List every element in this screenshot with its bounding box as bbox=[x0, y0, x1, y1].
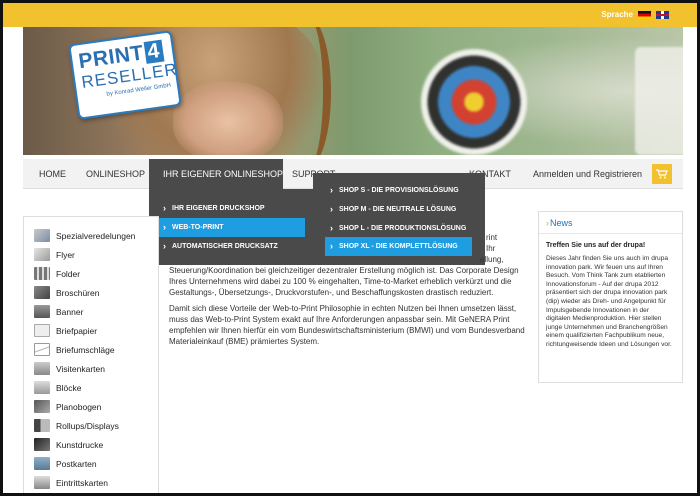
flag-de-icon[interactable] bbox=[638, 10, 651, 19]
news-body: Dieses Jahr finden Sie uns auch im drupa… bbox=[546, 255, 672, 348]
news-box: ›News Treffen Sie uns auf der drupa! Die… bbox=[538, 211, 683, 383]
nav-onlineshop[interactable]: ONLINESHOP bbox=[86, 159, 145, 189]
content-partial-text-1: rint bbox=[486, 233, 498, 242]
content-partial-text-3: ellung, bbox=[480, 255, 504, 264]
hero-archer-hand bbox=[173, 82, 283, 155]
visitenkarten-icon bbox=[34, 362, 50, 375]
content-partial-text-2: Ihr bbox=[486, 244, 496, 253]
sidebar-item-spezialveredelungen[interactable]: Spezialveredelungen bbox=[34, 227, 135, 244]
nav-home[interactable]: HOME bbox=[39, 159, 66, 189]
sidebar-item-kunstdrucke[interactable]: Kunstdrucke bbox=[34, 436, 103, 453]
dropdown-item-shop-s[interactable]: SHOP S - DIE PROVISIONSLÖSUNG bbox=[325, 181, 472, 200]
hero-bow bbox=[293, 27, 331, 155]
folder-icon bbox=[34, 267, 50, 280]
sidebar-item-visitenkarten[interactable]: Visitenkarten bbox=[34, 360, 105, 377]
dropdown-item-druckshop[interactable]: IHR EIGENER DRUCKSHOP bbox=[158, 199, 305, 218]
sidebar-item-banner[interactable]: Banner bbox=[34, 303, 83, 320]
postkarten-icon bbox=[34, 457, 50, 470]
dropdown-item-shop-xl[interactable]: SHOP XL - DIE KOMPLETTLÖSUNG bbox=[325, 237, 472, 256]
sidebar-item-postkarten[interactable]: Postkarten bbox=[34, 455, 97, 472]
briefpapier-icon bbox=[34, 324, 50, 337]
cart-icon bbox=[656, 169, 668, 179]
sidebar-item-planobogen[interactable]: Planobogen bbox=[34, 398, 101, 415]
broschueren-icon bbox=[34, 286, 50, 299]
sidebar-item-broschueren[interactable]: Broschüren bbox=[34, 284, 99, 301]
kunstdrucke-icon bbox=[34, 438, 50, 451]
content-paragraph-1: Steuerung/Koordination bei gleichzeitige… bbox=[169, 266, 519, 297]
sidebar-item-bloecke[interactable]: Blöcke bbox=[34, 379, 82, 396]
dropdown-panel-main: IHR EIGENER DRUCKSHOP WEB-TO-PRINT AUTOM… bbox=[149, 189, 313, 265]
nav-ihr-eigener-onlineshop[interactable]: IHR EIGENER ONLINESHOP bbox=[149, 159, 283, 189]
main-content: Steuerung/Koordination bei gleichzeitige… bbox=[169, 266, 525, 348]
hero-banner: PRINT4 RESELLER by Konrad Weiler GmbH bbox=[23, 27, 683, 155]
hero-target-secondary bbox=[635, 47, 683, 155]
flyer-icon bbox=[34, 248, 50, 261]
rollups-displays-icon bbox=[34, 419, 50, 432]
spezialveredelungen-icon bbox=[34, 229, 50, 242]
dropdown-item-web-to-print[interactable]: WEB-TO-PRINT bbox=[158, 218, 305, 237]
login-register-link[interactable]: Anmelden und Registrieren bbox=[533, 159, 642, 189]
language-switcher: Sprache bbox=[601, 10, 669, 19]
briefumschlaege-icon bbox=[34, 343, 50, 356]
dropdown-panel-shops: SHOP S - DIE PROVISIONSLÖSUNG SHOP M - D… bbox=[313, 173, 485, 265]
news-chevron-icon: › bbox=[546, 218, 549, 228]
content-paragraph-2: Damit sich diese Vorteile der Web-to-Pri… bbox=[169, 304, 525, 346]
sidebar-item-folder[interactable]: Folder bbox=[34, 265, 80, 282]
sidebar-item-briefpapier[interactable]: Briefpapier bbox=[34, 322, 97, 339]
sidebar-item-rollups-displays[interactable]: Rollups/Displays bbox=[34, 417, 119, 434]
planobogen-icon bbox=[34, 400, 50, 413]
product-category-sidebar: Spezialveredelungen Flyer Folder Broschü… bbox=[23, 216, 159, 493]
page-frame: Sprache PRINT4 RESELLER by Konrad Weiler… bbox=[0, 0, 700, 496]
site-logo[interactable]: PRINT4 RESELLER by Konrad Weiler GmbH bbox=[68, 30, 182, 120]
dropdown-item-shop-m[interactable]: SHOP M - DIE NEUTRALE LÖSUNG bbox=[325, 200, 472, 219]
dropdown-item-shop-l[interactable]: SHOP L - DIE PRODUKTIONSLÖSUNG bbox=[325, 219, 472, 238]
news-headline[interactable]: Treffen Sie uns auf der drupa! bbox=[546, 242, 675, 249]
bloecke-icon bbox=[34, 381, 50, 394]
dropdown-item-automatischer-drucksatz[interactable]: AUTOMATISCHER DRUCKSATZ bbox=[158, 237, 305, 256]
sidebar-item-eintrittskarten[interactable]: Eintrittskarten bbox=[34, 474, 108, 491]
hero-target bbox=[421, 49, 527, 155]
eintrittskarten-icon bbox=[34, 476, 50, 489]
sidebar-item-briefumschlaege[interactable]: Briefumschläge bbox=[34, 341, 115, 358]
sidebar-item-flyer[interactable]: Flyer bbox=[34, 246, 75, 263]
banner-icon bbox=[34, 305, 50, 318]
cart-button[interactable] bbox=[652, 164, 672, 184]
news-title: ›News bbox=[539, 212, 682, 234]
language-label: Sprache bbox=[601, 10, 633, 19]
flag-uk-icon[interactable] bbox=[656, 10, 669, 19]
logo-digit: 4 bbox=[143, 39, 165, 64]
top-bar: Sprache bbox=[3, 3, 697, 27]
